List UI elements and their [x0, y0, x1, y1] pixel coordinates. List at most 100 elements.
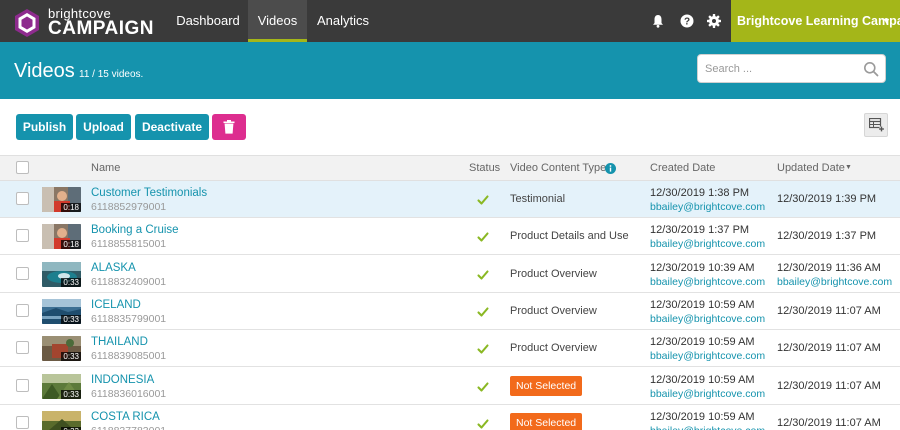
row-checkbox[interactable] — [16, 341, 29, 355]
check-icon — [477, 268, 489, 280]
sort-desc-icon[interactable]: ▼ — [845, 164, 852, 171]
updated-date: 12/30/2019 1:37 PM — [777, 230, 877, 243]
content-type: Product Overview — [510, 342, 597, 355]
video-id: 6118836016001 — [91, 387, 167, 400]
video-duration: 0:33 — [61, 352, 81, 362]
video-id: 6118832409001 — [91, 275, 167, 288]
video-count: 11 / 15 videos. — [79, 69, 144, 80]
table-settings-icon — [869, 118, 884, 132]
col-name[interactable]: Name — [91, 162, 120, 174]
bell-icon[interactable] — [650, 13, 666, 29]
video-id: 6118855815001 — [91, 238, 167, 251]
content-type-not-selected-badge[interactable]: Not Selected — [510, 375, 583, 396]
publish-button[interactable]: Publish — [16, 114, 73, 140]
updated-date: 12/30/2019 1:39 PM — [777, 193, 877, 205]
search-box — [697, 54, 886, 83]
help-icon[interactable]: ? — [679, 13, 695, 29]
updated-date: 12/30/2019 11:07 AM — [777, 379, 881, 392]
content-type: Product Details and Use — [510, 230, 629, 243]
gear-icon[interactable] — [706, 13, 722, 29]
video-name-link[interactable]: COSTA RICA — [91, 411, 160, 423]
col-content-type[interactable]: Video Content Type — [510, 162, 606, 174]
row-checkbox[interactable] — [16, 266, 29, 280]
updated-date: 12/30/2019 11:07 AM — [777, 416, 881, 429]
video-duration: 0:33 — [61, 277, 81, 287]
content-type-not-selected-badge[interactable]: Not Selected — [510, 412, 583, 430]
col-updated-date[interactable]: Updated Date — [777, 162, 845, 174]
video-id: 6118835799001 — [91, 312, 167, 325]
created-by[interactable]: bbailey@brightcove.com — [650, 388, 765, 400]
updated-date: 12/30/2019 11:36 AM — [777, 261, 881, 274]
info-icon[interactable] — [605, 163, 616, 174]
check-icon — [477, 380, 489, 392]
top-nav: brightcove CAMPAIGN Dashboard Videos Ana… — [0, 0, 900, 42]
table-row[interactable]: 0:33 INDONESIA 6118836016001 Not Selected 12… — [0, 367, 900, 405]
video-thumbnail[interactable]: 0:33 — [42, 336, 81, 362]
created-by[interactable]: bbailey@brightcove.com — [650, 425, 765, 430]
created-by[interactable]: bbailey@brightcove.com — [650, 238, 765, 250]
check-icon — [477, 342, 489, 354]
updated-by[interactable]: bbailey@brightcove.com — [777, 276, 892, 288]
table-header: Name Status Video Content Type Created D… — [0, 155, 900, 181]
video-name-link[interactable]: ALASKA — [91, 262, 136, 274]
delete-button[interactable] — [212, 114, 246, 140]
table-row[interactable]: 0:33 ICELAND 6118835799001 Product Overview… — [0, 292, 900, 330]
video-id: 6118837783001 — [91, 425, 166, 430]
created-date: 12/30/2019 1:37 PM — [650, 224, 750, 237]
video-thumbnail[interactable]: 0:33 — [42, 410, 81, 430]
account-label: Brightcove Learning Campaign — [737, 14, 900, 28]
created-date: 12/30/2019 1:38 PM — [650, 187, 750, 199]
row-checkbox[interactable] — [16, 378, 29, 392]
table-row[interactable]: 0:18 Customer Testimonials 6118852979001 Te… — [0, 181, 900, 218]
row-checkbox[interactable] — [16, 415, 29, 429]
row-checkbox[interactable] — [16, 303, 29, 317]
check-icon — [477, 305, 489, 317]
video-name-link[interactable]: ICELAND — [91, 299, 141, 311]
updated-date: 12/30/2019 11:07 AM — [777, 304, 881, 317]
search-input[interactable] — [698, 55, 858, 82]
brightcove-campaign-logo[interactable]: brightcove CAMPAIGN — [12, 6, 155, 39]
created-by[interactable]: bbailey@brightcove.com — [650, 201, 765, 213]
video-duration: 0:18 — [61, 203, 81, 212]
video-thumbnail[interactable]: 0:18 — [42, 224, 81, 250]
tab-videos[interactable]: Videos — [248, 0, 307, 42]
video-name-link[interactable]: THAILAND — [91, 336, 148, 348]
check-icon — [477, 417, 489, 429]
video-duration: 0:18 — [61, 240, 81, 250]
created-by[interactable]: bbailey@brightcove.com — [650, 313, 765, 325]
upload-button[interactable]: Upload — [76, 114, 131, 140]
col-status[interactable]: Status — [469, 162, 500, 174]
select-all-checkbox[interactable] — [16, 161, 29, 174]
video-duration: 0:33 — [61, 314, 81, 324]
video-thumbnail[interactable]: 0:33 — [42, 373, 81, 399]
table-row[interactable]: 0:33 COSTA RICA 6118837783001 Not Selected 1… — [0, 404, 900, 430]
video-name-link[interactable]: INDONESIA — [91, 374, 154, 386]
tab-analytics[interactable]: Analytics — [307, 0, 379, 42]
video-name-link[interactable]: Booking a Cruise — [91, 224, 179, 236]
table-settings-button[interactable] — [864, 113, 888, 137]
video-duration: 0:33 — [61, 389, 81, 399]
col-created-date[interactable]: Created Date — [650, 162, 715, 174]
video-thumbnail[interactable]: 0:33 — [42, 298, 81, 324]
brand-big: CAMPAIGN — [48, 18, 155, 39]
search-icon[interactable] — [863, 61, 879, 77]
check-icon — [477, 230, 489, 242]
table-row[interactable]: 0:18 Booking a Cruise 6118855815001 Product… — [0, 218, 900, 256]
created-by[interactable]: bbailey@brightcove.com — [650, 350, 765, 362]
row-checkbox[interactable] — [16, 192, 29, 205]
content-type: Testimonial — [510, 193, 566, 205]
table-row[interactable]: 0:33 THAILAND 6118839085001 Product Overvie… — [0, 330, 900, 368]
video-name-link[interactable]: Customer Testimonials — [91, 187, 207, 199]
updated-date: 12/30/2019 11:07 AM — [777, 342, 881, 355]
created-date: 12/30/2019 10:59 AM — [650, 336, 755, 349]
video-thumbnail[interactable]: 0:33 — [42, 261, 81, 287]
video-thumbnail[interactable]: 0:18 — [42, 187, 81, 212]
created-by[interactable]: bbailey@brightcove.com — [650, 276, 765, 288]
row-checkbox[interactable] — [16, 229, 29, 243]
table-row[interactable]: 0:33 ALASKA 6118832409001 Product Overview 1… — [0, 255, 900, 293]
account-dropdown[interactable]: Brightcove Learning Campaign ▼ — [731, 0, 900, 42]
tab-dashboard[interactable]: Dashboard — [168, 0, 248, 42]
page-title: Videos — [14, 60, 75, 82]
check-icon — [477, 193, 489, 205]
deactivate-button[interactable]: Deactivate — [135, 114, 209, 140]
